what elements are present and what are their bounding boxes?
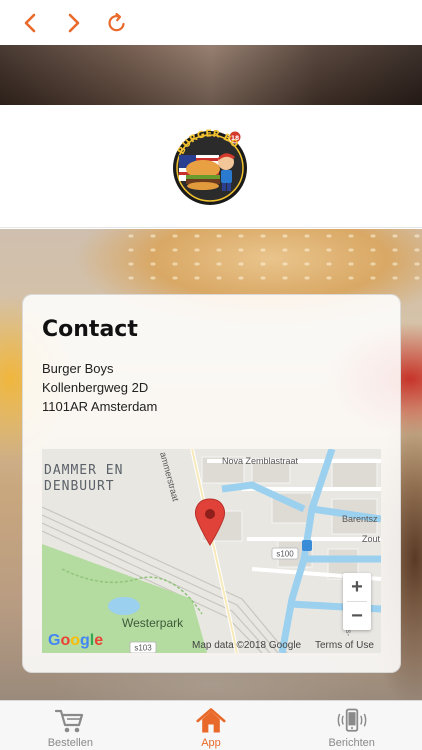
app-screen: BURGER BOYS 18 Contact Burger Boys Kolle… xyxy=(0,0,422,750)
back-arrow-icon xyxy=(24,13,36,33)
zoom-controls: + − xyxy=(343,573,371,630)
street-label-zout: Zout xyxy=(362,534,381,544)
street-label-barents: Barentsz xyxy=(342,514,378,524)
contact-card: Contact Burger Boys Kollenbergweg 2D 110… xyxy=(22,294,401,673)
tab-berichten-label: Berichten xyxy=(328,737,375,749)
google-logo: Google xyxy=(48,632,104,649)
road-s100-label: s100 xyxy=(276,550,294,559)
forward-button[interactable] xyxy=(59,9,87,37)
park-label: Westerpark xyxy=(122,616,184,630)
reload-button[interactable] xyxy=(103,9,131,37)
tab-bestellen[interactable]: Bestellen xyxy=(0,701,141,750)
top-navigation-bar xyxy=(0,0,422,45)
back-button[interactable] xyxy=(17,9,45,37)
business-name: Burger Boys xyxy=(42,361,114,376)
google-map[interactable]: s100 s103 Nova Zemblastraat Barentsz Zou… xyxy=(42,449,381,653)
zoom-in-button[interactable]: + xyxy=(343,573,371,601)
reload-icon xyxy=(108,12,125,32)
city-postcode: 1101AR Amsterdam xyxy=(42,399,158,414)
home-icon xyxy=(196,707,226,735)
district-label-line2: DENBUURT xyxy=(44,479,115,494)
road-s103-label: s103 xyxy=(134,644,152,653)
street-label-nova: Nova Zemblastraat xyxy=(222,456,299,466)
tab-app-label: App xyxy=(201,737,221,749)
burger-boys-logo: BURGER BOYS 18 xyxy=(165,117,251,207)
header-photo xyxy=(0,45,422,105)
tab-berichten[interactable]: Berichten xyxy=(281,701,422,750)
phone-vibrate-icon xyxy=(337,707,367,735)
zoom-out-button[interactable]: − xyxy=(343,602,371,630)
logo-band: BURGER BOYS 18 xyxy=(0,105,422,228)
contact-title: Contact xyxy=(42,317,138,342)
bottom-tab-bar: Bestellen App Berichten xyxy=(0,700,422,750)
tab-bestellen-label: Bestellen xyxy=(47,737,93,749)
sesame-texture xyxy=(120,229,422,289)
forward-arrow-icon xyxy=(68,13,80,33)
street-address: Kollenbergweg 2D xyxy=(42,380,149,395)
logo-badge: 18 xyxy=(231,135,239,142)
district-label-line1: DAMMER EN xyxy=(44,463,124,478)
tab-app[interactable]: App xyxy=(141,701,282,750)
cart-icon xyxy=(55,707,85,735)
terms-of-use-link[interactable]: Terms of Use xyxy=(315,640,374,651)
map-attribution: Map data ©2018 Google xyxy=(192,640,302,651)
address-block: Burger Boys Kollenbergweg 2D 1101AR Amst… xyxy=(42,359,157,416)
